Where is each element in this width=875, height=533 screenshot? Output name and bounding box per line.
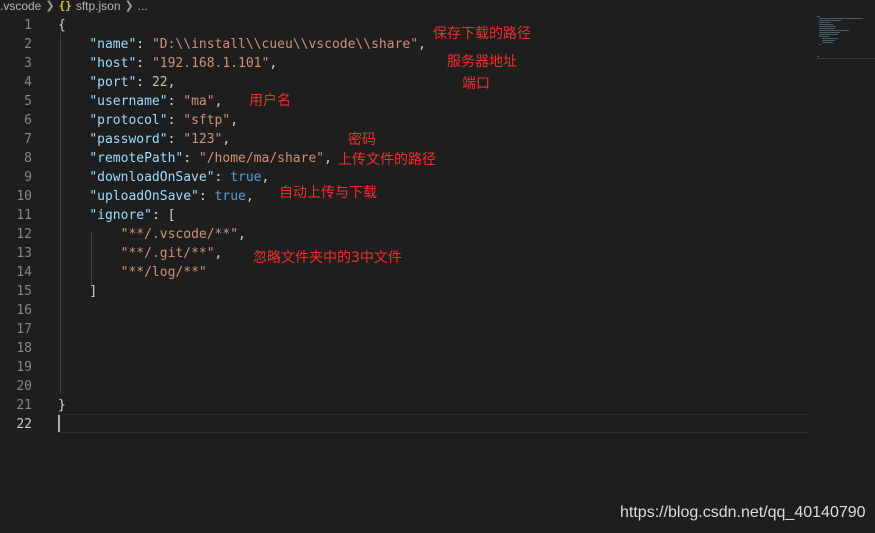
line-number: 15	[16, 284, 32, 299]
code-line-11: "ignore": [	[89, 208, 176, 223]
annotation-ignore: 忽略文件夹中的3中文件	[253, 250, 402, 266]
line-number: 11	[16, 208, 32, 223]
code-line-12: "**/.vscode/**",	[120, 227, 246, 242]
code-line-9: "downloadOnSave": true,	[89, 170, 270, 185]
breadcrumb-folder[interactable]: .vscode	[0, 0, 41, 12]
line-number: 17	[16, 322, 32, 337]
watermark: https://blog.csdn.net/qq_40140790	[620, 504, 866, 521]
line-number: 9	[24, 170, 32, 185]
code-line-15: ]	[89, 284, 98, 299]
code-line-8: "remotePath": "/home/ma/share",	[89, 151, 332, 166]
line-number: 14	[16, 265, 32, 280]
line-number: 2	[24, 37, 32, 52]
code-line-6: "protocol": "sftp",	[89, 113, 239, 128]
line-number: 7	[24, 132, 32, 147]
annotation-username: 用户名	[249, 93, 291, 109]
code-line-14: "**/log/**"	[120, 265, 207, 280]
line-number: 1	[24, 18, 32, 33]
line-number: 19	[16, 360, 32, 375]
line-number: 12	[16, 227, 32, 242]
chevron-right-icon: ❯	[124, 0, 134, 12]
text-cursor	[58, 415, 60, 432]
line-number: 5	[24, 94, 32, 109]
code-line-1: {	[58, 18, 66, 33]
line-number: 6	[24, 113, 32, 128]
breadcrumb-file[interactable]: sftp.json	[76, 0, 121, 12]
breadcrumb-more[interactable]: ...	[138, 0, 148, 12]
minimap[interactable]	[815, 14, 875, 60]
code-line-4: "port": 22,	[89, 75, 176, 90]
line-number: 13	[16, 246, 32, 261]
breadcrumb: .vscode ❯ {} sftp.json ❯ ...	[0, 0, 875, 14]
line-number: 8	[24, 151, 32, 166]
line-number: 21	[16, 398, 32, 413]
annotation-port: 端口	[462, 76, 490, 92]
annotation-auto-sync: 自动上传与下载	[279, 185, 377, 201]
code-editor[interactable]: 1 2 3 4 5 6 7 8 9 10 11 12 13 14 15 16 17 18 19 20 21 22 { "n…	[0, 14, 810, 533]
code-line-2: "name": "D:\\install\\cueu\\vscode\\shar…	[89, 37, 426, 52]
line-number: 22	[16, 417, 32, 432]
annotation-password: 密码	[348, 132, 376, 148]
chevron-right-icon: ❯	[45, 0, 55, 12]
current-line-highlight	[58, 414, 808, 433]
code-line-7: "password": "123",	[89, 132, 231, 147]
code-line-21: }	[58, 398, 66, 413]
line-number: 3	[24, 56, 32, 71]
annotation-save-path: 保存下载的路径	[433, 26, 531, 42]
code-line-13: "**/.git/**",	[120, 246, 223, 261]
code-line-3: "host": "192.168.1.101",	[89, 56, 278, 71]
line-number: 10	[16, 189, 32, 204]
json-file-icon: {}	[58, 0, 72, 12]
line-number: 16	[16, 303, 32, 318]
annotation-upload-path: 上传文件的路径	[338, 152, 436, 168]
line-number: 20	[16, 379, 32, 394]
line-number: 4	[24, 75, 32, 90]
line-number: 18	[16, 341, 32, 356]
code-line-10: "uploadOnSave": true,	[89, 189, 254, 204]
code-line-5: "username": "ma",	[89, 94, 223, 109]
annotation-server-address: 服务器地址	[447, 54, 517, 70]
